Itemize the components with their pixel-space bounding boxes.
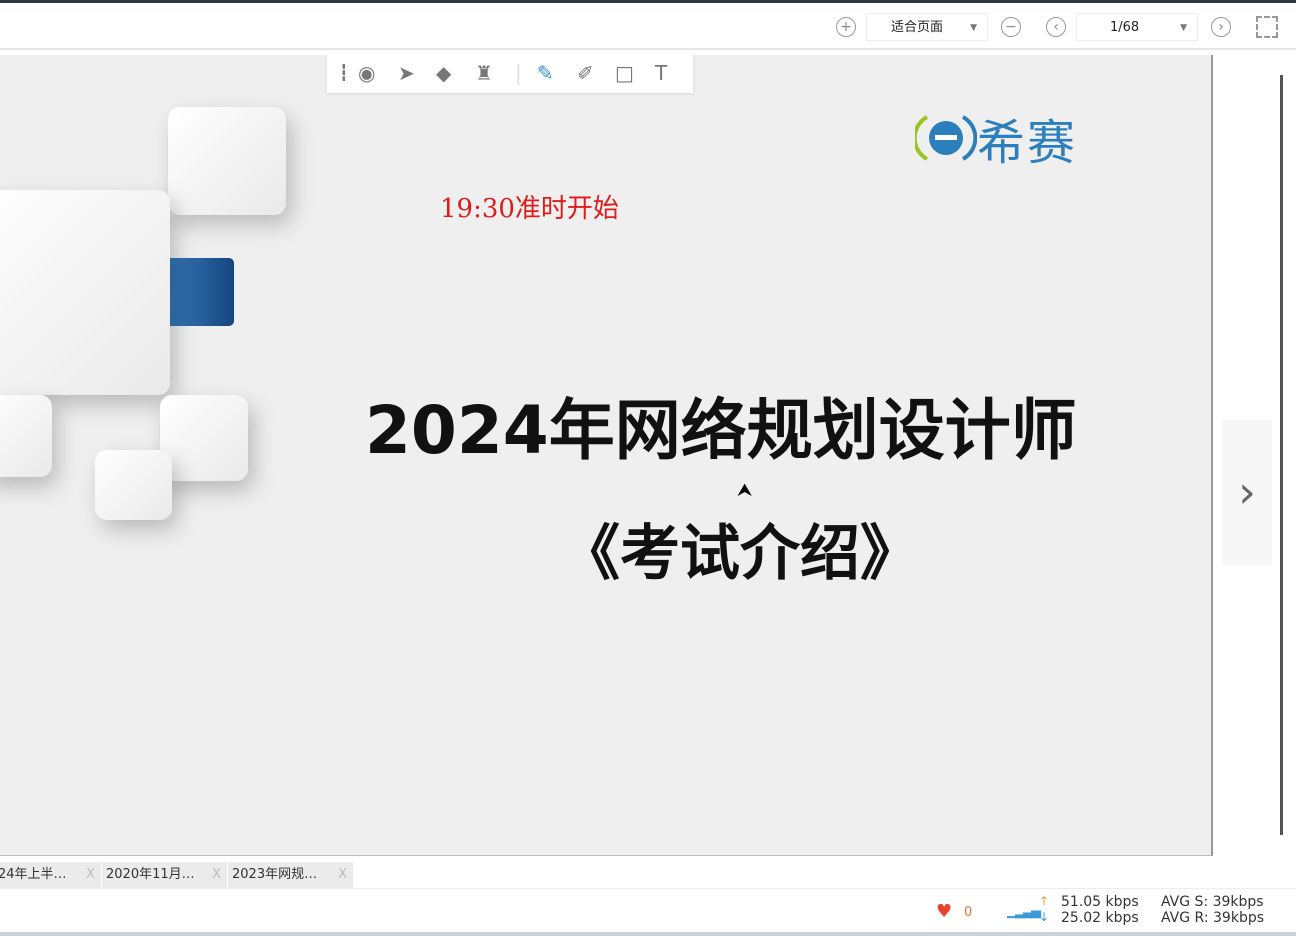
- page-select[interactable]: 1/68 ▼: [1076, 13, 1198, 41]
- zoom-in-button[interactable]: +: [836, 17, 856, 37]
- start-time-text: 19:30准时开始: [440, 194, 619, 224]
- decor-tile: [160, 395, 248, 481]
- slide-title: 2024年网络规划设计师: [365, 392, 1077, 469]
- fullscreen-icon[interactable]: [1256, 16, 1278, 38]
- mouse-cursor-icon: ⮝: [737, 480, 753, 501]
- rectangle-icon[interactable]: □: [615, 61, 634, 85]
- zoom-select[interactable]: 适合页面 ▼: [866, 13, 988, 41]
- document-tabs: 24年上半… X 2020年11月… X 2023年网规… X: [0, 862, 1296, 889]
- signal-icon: ▁▂▃▄: [1007, 904, 1041, 919]
- window-bottom-border: [0, 932, 1296, 936]
- download-arrow-icon: ↓: [1039, 910, 1050, 924]
- scrollbar[interactable]: [1280, 75, 1283, 835]
- pen-icon[interactable]: ✎: [537, 61, 554, 85]
- like-count: 0: [964, 905, 973, 920]
- zoom-select-value: 适合页面: [891, 20, 944, 35]
- slide-subtitle: 《考试介绍》: [560, 519, 920, 589]
- close-icon[interactable]: X: [86, 862, 95, 888]
- tab-document[interactable]: 24年上半… X: [0, 862, 102, 888]
- close-icon[interactable]: X: [212, 862, 221, 888]
- zoom-out-button[interactable]: −: [1001, 17, 1021, 37]
- avg-send: AVG S: 39kbps: [1161, 894, 1264, 910]
- annotation-toolbar: ┇ ◉ ➤ ◆ ♜ | ✎ ✐ □ T: [327, 53, 693, 93]
- download-rate: 25.02 kbps: [1061, 910, 1139, 926]
- upload-arrow-icon: ↑: [1039, 894, 1050, 908]
- drag-handle-icon[interactable]: ┇: [339, 63, 349, 82]
- prev-page-button[interactable]: ‹: [1046, 17, 1066, 37]
- logo-text: 希赛: [977, 115, 1078, 171]
- next-page-button[interactable]: ›: [1211, 17, 1231, 37]
- tab-label: 2020年11月…: [106, 867, 195, 882]
- select-arrow-icon[interactable]: ➤: [398, 61, 415, 85]
- logo-mark-icon: [915, 115, 977, 161]
- tab-document[interactable]: 2023年网规… X: [228, 862, 354, 888]
- next-slide-arrow-icon[interactable]: ›: [1222, 420, 1272, 565]
- heart-icon[interactable]: ♥: [936, 901, 952, 922]
- clear-brush-icon[interactable]: ♜: [475, 61, 493, 85]
- text-tool-icon[interactable]: T: [655, 61, 667, 85]
- decor-tile: [95, 450, 172, 520]
- tab-label: 2023年网规…: [232, 867, 318, 882]
- upload-rate: 51.05 kbps: [1061, 894, 1139, 910]
- chevron-down-icon: ▼: [970, 23, 977, 33]
- highlighter-icon[interactable]: ✐: [577, 61, 594, 85]
- close-icon[interactable]: X: [338, 862, 347, 888]
- page-select-value: 1/68: [1110, 20, 1140, 35]
- tab-label: 24年上半…: [0, 867, 67, 882]
- decor-tile: [168, 107, 286, 215]
- avg-receive: AVG R: 39kbps: [1161, 910, 1265, 926]
- tab-document[interactable]: 2020年11月… X: [102, 862, 228, 888]
- logo: 希赛: [915, 103, 1077, 173]
- viewer-toolbar: + 适合页面 ▼ − ‹ 1/68 ▼ ›: [0, 3, 1296, 50]
- laser-pointer-icon[interactable]: ◉: [358, 61, 375, 85]
- decor-tile: [0, 395, 52, 477]
- decor-tile: [0, 190, 170, 395]
- slide-canvas: 希赛 19:30准时开始 2024年网络规划设计师 《考试介绍》: [0, 55, 1213, 856]
- decor-blue-tile: [160, 258, 234, 326]
- chevron-down-icon: ▼: [1180, 23, 1187, 33]
- status-bar: ♥ 0 ▁▂▃▄ ↑ ↓ 51.05 kbps 25.02 kbps AVG S…: [0, 890, 1296, 932]
- eraser-icon[interactable]: ◆: [436, 61, 451, 85]
